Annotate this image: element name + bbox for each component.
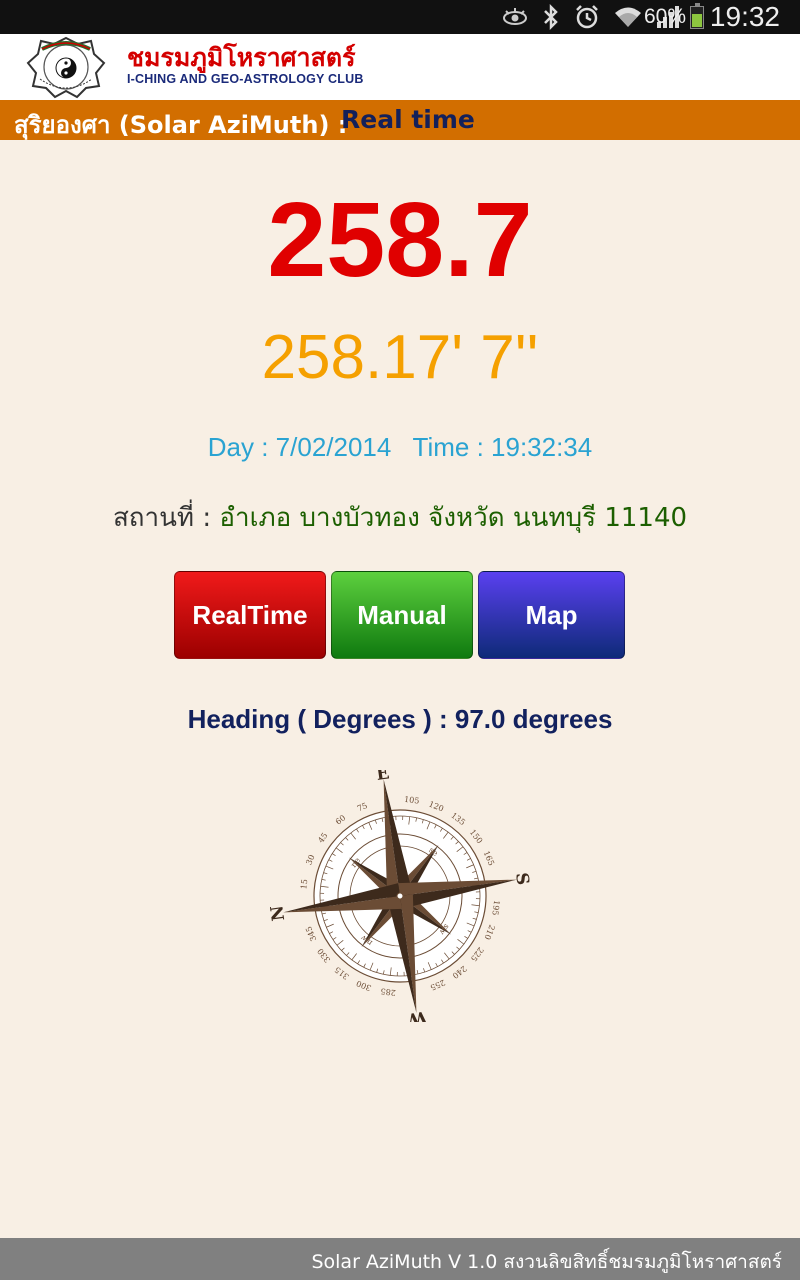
alarm-icon (574, 4, 600, 30)
compass-degree-label: 330 (316, 947, 333, 965)
location-label: สถานที่ : (112, 503, 212, 533)
compass-degree-label: 195 (490, 900, 501, 916)
title-bar: สุริยองศา (Solar AziMuth) : Real time (0, 100, 800, 140)
battery-icon (690, 3, 704, 29)
compass-degree-label: 240 (451, 964, 469, 981)
compass-cardinal-right: S (511, 871, 530, 886)
compass-degree-label: 75 (356, 801, 369, 813)
footer-bar: Solar AziMuth V 1.0 สงวนลิขสิทธิ์ชมรมภูม… (0, 1238, 800, 1280)
brand-name-english: I-CHING AND GEO-ASTROLOGY CLUB (127, 72, 364, 86)
compass-degree-label: 60 (334, 813, 348, 826)
location-readout: สถานที่ : อำเภอ บางบัวทอง จังหวัด นนทบุร… (0, 497, 800, 538)
compass-degree-label: 210 (482, 923, 496, 941)
compass-degree-label: 345 (304, 925, 318, 943)
club-logo (22, 35, 110, 99)
title-label: สุริยองศา (Solar AziMuth) : (14, 111, 348, 139)
azimuth-value: 258.7 (267, 181, 533, 299)
eye-icon (502, 7, 528, 27)
compass-degree-label: 30 (304, 853, 316, 866)
compass-rose-graphic: 105 1201351501651952102252402552853003153… (267, 763, 532, 1029)
bluetooth-icon (542, 4, 560, 30)
compass-degree-label: 150 (468, 828, 485, 846)
compass-cardinal-bottom: W (405, 1006, 429, 1022)
azimuth-dms-value: 258.17' 7'' (261, 323, 539, 392)
wifi-icon (614, 5, 642, 29)
compass-cardinal-top: E (375, 770, 391, 785)
compass-degree-label: 120 (427, 799, 445, 813)
battery-percent: 60% (643, 5, 686, 28)
compass-rose: 105 120 135 150 165 195 210 225 240 255 285 300 315 3… (267, 763, 532, 1029)
compass-degree-label: 225 (469, 945, 485, 963)
compass-degree-label: 300 (355, 978, 373, 992)
location-value: อำเภอ บางบัวทอง จังหวัด นนทบุรี 11140 (219, 503, 688, 533)
map-button[interactable]: Map (478, 571, 625, 659)
date-time-readout: Day : 7/02/2014 Time : 19:32:34 (207, 432, 593, 462)
compass-degree-label: 255 (429, 978, 447, 992)
compass-degree-label: 285 (380, 986, 396, 997)
compass-degree-label: 45 (316, 831, 329, 845)
compass-degree-label: 165 (482, 850, 496, 868)
mode-indicator: Real time (341, 105, 475, 134)
status-clock: 19:32 (709, 1, 780, 32)
compass-degree-label: 315 (333, 965, 351, 981)
compass-degree-label: 15 (299, 879, 309, 890)
heading-readout: Heading ( Degrees ) : 97.0 degrees (187, 704, 613, 734)
compass-cardinal-left: N (270, 904, 289, 922)
realtime-button[interactable]: RealTime (174, 571, 326, 659)
status-bar: 60% 19:32 (0, 0, 800, 34)
compass-degree-label: 135 (449, 811, 467, 827)
app-header: ชมรมภูมิโหราศาสตร์ I-CHING AND GEO-ASTRO… (0, 34, 800, 100)
manual-button[interactable]: Manual (331, 571, 473, 659)
compass-degree-label: 105 (404, 795, 420, 806)
footer-copyright: Solar AziMuth V 1.0 สงวนลิขสิทธิ์ชมรมภูม… (311, 1251, 782, 1273)
